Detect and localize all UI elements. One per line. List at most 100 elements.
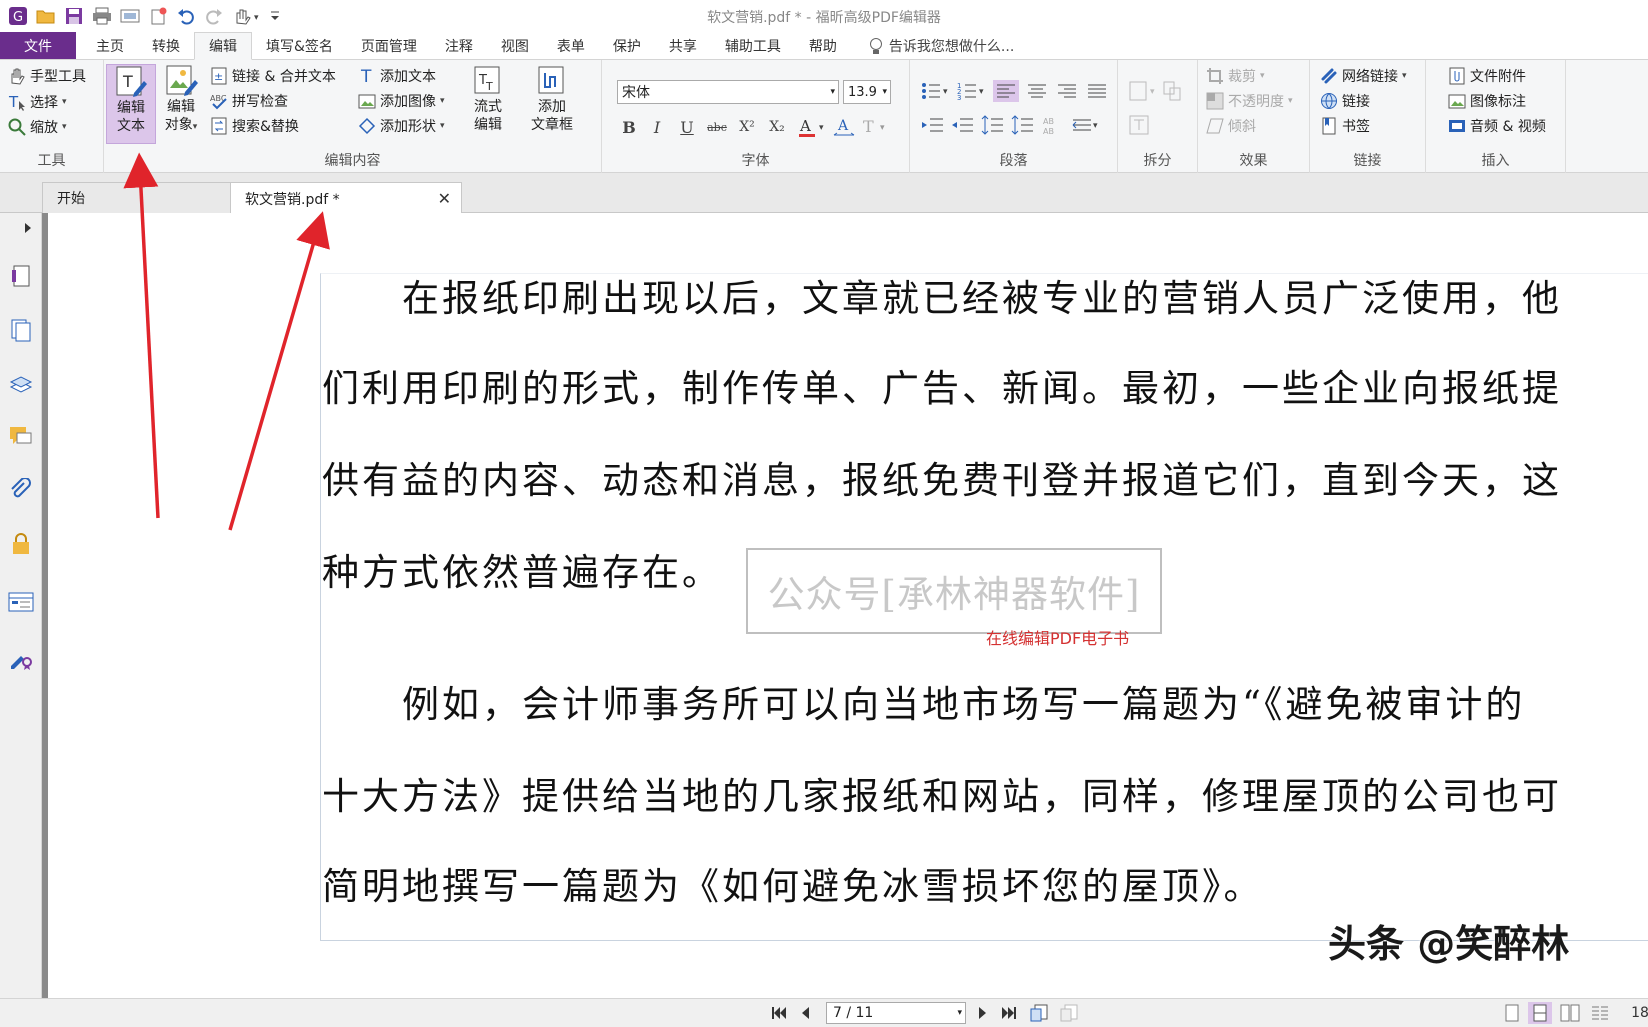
cover-view-icon[interactable] [1588, 1002, 1612, 1024]
bookmark-button[interactable]: 书签 [1320, 116, 1370, 136]
hand-tool-dropdown-icon[interactable]: ▾ [228, 2, 268, 30]
text-direction-icon[interactable]: ABAB [1041, 114, 1065, 136]
close-icon[interactable]: ✕ [438, 189, 451, 208]
line-spacing-icon[interactable] [981, 114, 1005, 136]
align-center-icon[interactable] [1025, 80, 1049, 102]
tab-convert[interactable]: 转换 [138, 32, 194, 59]
subscript-icon[interactable]: X₂ [765, 115, 789, 139]
flow-edit-button[interactable]: TT 流式 编辑 [464, 64, 512, 144]
edit-text-button[interactable]: T 编辑 文本 [106, 64, 156, 144]
skew-button[interactable]: 倾斜 [1206, 116, 1256, 136]
customize-toolbar-icon[interactable] [268, 2, 282, 30]
single-page-view-icon[interactable] [1502, 1002, 1522, 1024]
previous-view-icon[interactable] [1028, 1002, 1052, 1024]
app-logo-icon[interactable]: G [4, 2, 32, 30]
tab-fill-sign[interactable]: 填写&签名 [252, 32, 347, 59]
align-right-icon[interactable] [1055, 80, 1079, 102]
text-line-6[interactable]: 十大方法》提供给当地的几家报纸和网站，同样，修理屋顶的公司也可 [322, 751, 1648, 843]
indent-increase-icon[interactable] [921, 114, 945, 136]
spell-check-button[interactable]: ABC 拼写检查 [210, 91, 288, 111]
page-thumbnails-icon[interactable] [8, 263, 34, 289]
continuous-view-icon[interactable] [1528, 1002, 1552, 1024]
attachments-icon[interactable] [8, 477, 34, 503]
crop-button[interactable]: 裁剪 ▾ [1206, 66, 1265, 86]
indent-decrease-icon[interactable] [951, 114, 975, 136]
tab-home[interactable]: 主页 [82, 32, 138, 59]
character-scale-icon[interactable]: ▾ [1071, 114, 1101, 136]
pages-icon[interactable] [8, 317, 34, 343]
split-columns-icon[interactable]: ▾ [1128, 80, 1186, 102]
select-button[interactable]: T 选择 ▾ [8, 92, 67, 112]
paragraph-spacing-icon[interactable] [1011, 114, 1035, 136]
character-spacing-icon[interactable]: A [832, 115, 856, 139]
tab-current-document[interactable]: 软文营销.pdf * ✕ [230, 182, 462, 214]
page-number-input[interactable]: 7 / 11 ▾ [826, 1002, 966, 1024]
web-link-button[interactable]: 网络链接 ▾ [1320, 66, 1407, 86]
tab-start[interactable]: 开始 [42, 182, 232, 213]
panel-splitter[interactable] [42, 213, 58, 998]
search-replace-button[interactable]: 搜索&替换 [210, 116, 299, 136]
numbered-list-icon[interactable]: 123▾ [957, 80, 987, 102]
split-frame-icon[interactable] [1128, 114, 1150, 136]
last-page-icon[interactable] [998, 1002, 1020, 1024]
open-icon[interactable] [32, 2, 60, 30]
tab-comment[interactable]: 注释 [431, 32, 487, 59]
tab-accessibility[interactable]: 辅助工具 [711, 32, 795, 59]
tab-protect[interactable]: 保护 [599, 32, 655, 59]
link-button[interactable]: 链接 [1320, 91, 1370, 111]
next-page-icon[interactable] [974, 1002, 992, 1024]
scan-icon[interactable] [116, 2, 144, 30]
image-annotation-button[interactable]: 图像标注 [1448, 91, 1526, 111]
bullet-list-icon[interactable]: ▾ [921, 80, 951, 102]
zoom-button[interactable]: 缩放 ▾ [8, 117, 67, 137]
comments-icon[interactable] [8, 423, 34, 449]
text-line-5[interactable]: 例如，会计师事务所可以向当地市场写一篇题为“《避免被审计的 [322, 659, 1648, 751]
tab-edit[interactable]: 编辑 [194, 32, 252, 60]
tab-help[interactable]: 帮助 [795, 32, 851, 59]
next-view-icon[interactable] [1058, 1002, 1082, 1024]
facing-view-icon[interactable] [1558, 1002, 1582, 1024]
redo-icon[interactable] [200, 2, 228, 30]
save-icon[interactable] [60, 2, 88, 30]
add-shape-button[interactable]: 添加形状 ▾ [358, 116, 445, 136]
strikethrough-icon[interactable]: abc [705, 115, 729, 139]
undo-icon[interactable] [172, 2, 200, 30]
font-family-select[interactable]: 宋体 ▾ [617, 80, 839, 104]
add-text-button[interactable]: T 添加文本 [358, 66, 436, 86]
layers-icon[interactable] [8, 371, 34, 397]
tab-form[interactable]: 表单 [543, 32, 599, 59]
add-image-button[interactable]: 添加图像 ▾ [358, 91, 445, 111]
file-menu[interactable]: 文件 [0, 32, 76, 59]
tell-me-search[interactable]: 告诉我您想做什么... [869, 32, 1014, 59]
print-icon[interactable] [88, 2, 116, 30]
edit-object-button[interactable]: 编辑 对象▾ [156, 64, 206, 144]
file-attachment-button[interactable]: 文件附件 [1448, 66, 1526, 86]
first-page-icon[interactable] [768, 1002, 790, 1024]
align-left-icon[interactable] [993, 80, 1019, 102]
text-line-2[interactable]: 们利用印刷的形式，制作传单、广告、新闻。最初，一些企业向报纸提 [322, 343, 1648, 435]
signature-icon[interactable] [8, 645, 34, 671]
tab-share[interactable]: 共享 [655, 32, 711, 59]
tab-view[interactable]: 视图 [487, 32, 543, 59]
text-size-icon[interactable]: T ▾ [858, 115, 892, 139]
previous-page-icon[interactable] [796, 1002, 814, 1024]
hand-tool-button[interactable]: 手型工具 [8, 66, 86, 86]
align-justify-icon[interactable] [1085, 80, 1109, 102]
text-line-1[interactable]: 在报纸印刷出现以后，文章就已经被专业的营销人员广泛使用，他 [322, 253, 1648, 345]
lock-icon[interactable] [8, 531, 34, 557]
font-size-select[interactable]: 13.9 ▾ [843, 80, 891, 104]
tab-organize[interactable]: 页面管理 [347, 32, 431, 59]
italic-icon[interactable]: I [645, 115, 669, 139]
new-icon[interactable] [144, 2, 172, 30]
text-line-3[interactable]: 供有益的内容、动态和消息，报纸免费刊登并报道它们，直到今天，这 [322, 435, 1648, 527]
superscript-icon[interactable]: X² [735, 115, 759, 139]
bold-icon[interactable]: B [617, 115, 641, 139]
underline-icon[interactable]: U [675, 115, 699, 139]
audio-video-button[interactable]: 音频 & 视频 [1448, 116, 1546, 136]
link-merge-text-button[interactable]: ± 链接 & 合并文本 [210, 66, 336, 86]
opacity-button[interactable]: 不透明度 ▾ [1206, 91, 1293, 111]
zoom-level-fragment[interactable]: 18 [1631, 1002, 1648, 1024]
expand-panel-icon[interactable] [20, 215, 36, 241]
font-color-icon[interactable]: A ▾ [796, 115, 830, 139]
add-article-box-button[interactable]: 添加 文章框 [522, 64, 582, 144]
